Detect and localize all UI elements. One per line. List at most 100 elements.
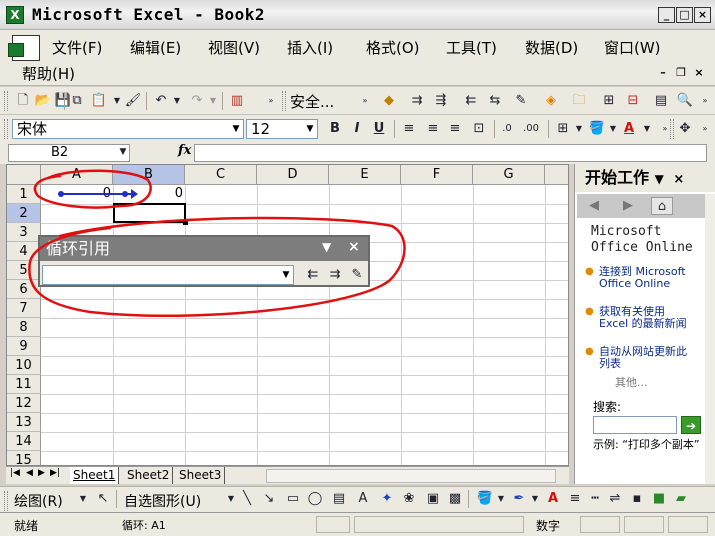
draw-dropdown-icon[interactable]: ▼ [74,490,92,508]
menu-tools[interactable]: 工具(T) [446,37,497,58]
menu-file[interactable]: 文件(F) [52,37,102,58]
trace-precedents-icon[interactable]: ⇉ [408,92,426,110]
new-icon[interactable]: 🗋 [14,92,32,110]
select-all-button[interactable] [7,165,41,185]
menu-help[interactable]: 帮助(H) [22,63,75,84]
toolbar-grip[interactable] [282,91,286,111]
row-header[interactable]: 6 [7,280,41,299]
move-handle-icon[interactable]: ✥ [676,120,694,138]
sheet-tab-3[interactable]: Sheet3 [176,467,226,484]
wordart-icon[interactable]: A [354,490,372,508]
font-size-combo[interactable]: 12 ▼ [246,119,318,139]
column-header-g[interactable]: G [473,165,545,185]
menu-format[interactable]: 格式(O) [366,37,420,58]
menu-window[interactable]: 窗口(W) [604,37,661,58]
undo-dropdown-icon[interactable]: ▼ [168,92,186,110]
circular-reference-combo[interactable]: ▼ [42,265,294,285]
column-header-b[interactable]: B [113,165,185,185]
row-header[interactable]: 13 [7,413,41,432]
decrease-decimal-icon[interactable]: .00 [522,120,540,138]
worksheet-grid[interactable]: A B C D E F G 1 2 3 4 5 6 7 8 9 10 11 12… [6,164,569,466]
clip-art-icon[interactable]: ❀ [400,490,418,508]
row-header[interactable]: 7 [7,299,41,318]
menu-view[interactable]: 视图(V) [208,37,260,58]
row-header[interactable]: 8 [7,318,41,337]
shadow-style-icon[interactable]: ▪ [628,490,646,508]
toolbar-grip[interactable] [4,91,8,111]
maximize-button[interactable]: □ [676,7,693,23]
doc-minimize-button[interactable]: – [656,66,670,79]
underline-button[interactable]: U [370,120,388,138]
copy-icon[interactable]: ⧉ [68,92,86,110]
error-alert-icon[interactable]: ◈ [542,92,560,110]
trace-dependents-icon[interactable]: ⇇ [304,266,322,284]
chevron-down-icon[interactable]: ▼ [303,120,317,138]
column-header-h[interactable] [545,165,568,185]
row-header[interactable]: 3 [7,223,41,242]
align-left-icon[interactable]: ≡ [400,120,418,138]
remove-precedent-arrows-icon[interactable]: ⇶ [432,92,450,110]
row-header[interactable]: 5 [7,261,41,280]
close-icon[interactable]: × [348,239,360,255]
toolbar-grip[interactable] [4,491,8,511]
line-color-dropdown-icon[interactable]: ▼ [526,490,544,508]
home-icon[interactable]: ⌂ [651,197,673,215]
task-pane-scrollbar[interactable] [705,194,715,484]
evaluate-formula-icon[interactable]: 🔍 [676,92,694,110]
row-header[interactable]: 9 [7,337,41,356]
toolbar-options-icon[interactable]: » [356,92,374,110]
borders-dropdown-icon[interactable]: ▼ [570,120,588,138]
select-objects-icon[interactable]: ↖ [94,490,112,508]
sheet-tab-2[interactable]: Sheet2 [124,467,174,484]
close-icon[interactable]: × [673,172,684,187]
dash-style-icon[interactable]: ┅ [586,490,604,508]
trace-error-icon[interactable]: ◆ [380,92,398,110]
trace-precedents-icon[interactable]: ⇉ [326,266,344,284]
font-name-combo[interactable]: 宋体 ▼ [12,119,244,139]
row-header[interactable]: 11 [7,375,41,394]
remove-all-arrows-icon[interactable]: ✎ [348,266,366,284]
link-connect-office-online[interactable]: 连接到 Microsoft Office Online [599,266,695,290]
3d-style-icon[interactable]: ■ [650,490,668,508]
toolbar-options-dropdown-icon[interactable]: ▼ [322,240,331,254]
toolbar-options-icon[interactable]: » [696,120,714,138]
more-link[interactable]: 其他... [615,374,648,390]
circle-invalid-data-icon[interactable]: ⊞ [600,92,618,110]
font-color-icon[interactable]: A [620,120,638,138]
column-header-a[interactable]: A [41,165,113,185]
toolbar-grip[interactable] [670,119,674,139]
prev-sheet-icon[interactable]: ◀ [26,468,33,478]
align-right-icon[interactable]: ≡ [446,120,464,138]
line-icon[interactable]: ╲ [238,490,256,508]
increase-decimal-icon[interactable]: .0 [498,120,516,138]
row-header[interactable]: 14 [7,432,41,451]
sheet-tab-1[interactable]: Sheet1 [70,467,120,484]
picture-from-file-icon[interactable]: ▩ [446,490,464,508]
next-sheet-icon[interactable]: ▶ [38,468,45,478]
excel-app-icon[interactable]: X [6,6,24,24]
format-painter-icon[interactable]: 🖌 [124,92,142,110]
column-header-d[interactable]: D [257,165,329,185]
toolbar-options-icon[interactable]: » [262,92,280,110]
rectangle-icon[interactable]: ▭ [284,490,302,508]
draw-menu-button[interactable]: 绘图(R) [14,491,63,511]
line-style-icon[interactable]: ≡ [566,490,584,508]
close-button[interactable]: × [694,7,711,23]
paste-icon[interactable]: 📋 [90,92,108,110]
row-header[interactable]: 1 [7,185,41,204]
menu-data[interactable]: 数据(D) [525,37,578,58]
chevron-down-icon[interactable]: ▼ [279,266,293,284]
column-header-f[interactable]: F [401,165,473,185]
name-box[interactable]: B2 [8,144,130,162]
back-icon[interactable]: ◀ [583,197,605,215]
bold-button[interactable]: B [326,120,344,138]
task-pane-menu-icon[interactable]: ▼ [655,172,664,186]
toolbar-options-icon[interactable]: ▰ [672,490,690,508]
toolbar-grip[interactable] [4,119,8,139]
security-button[interactable]: 安全... [290,91,334,112]
row-header[interactable]: 15 [7,451,41,465]
oval-icon[interactable]: ◯ [306,490,324,508]
forward-icon[interactable]: ▶ [617,197,639,215]
new-comment-icon[interactable]: 🗀 [570,92,588,110]
chart-wizard-icon[interactable]: ▥ [228,92,246,110]
